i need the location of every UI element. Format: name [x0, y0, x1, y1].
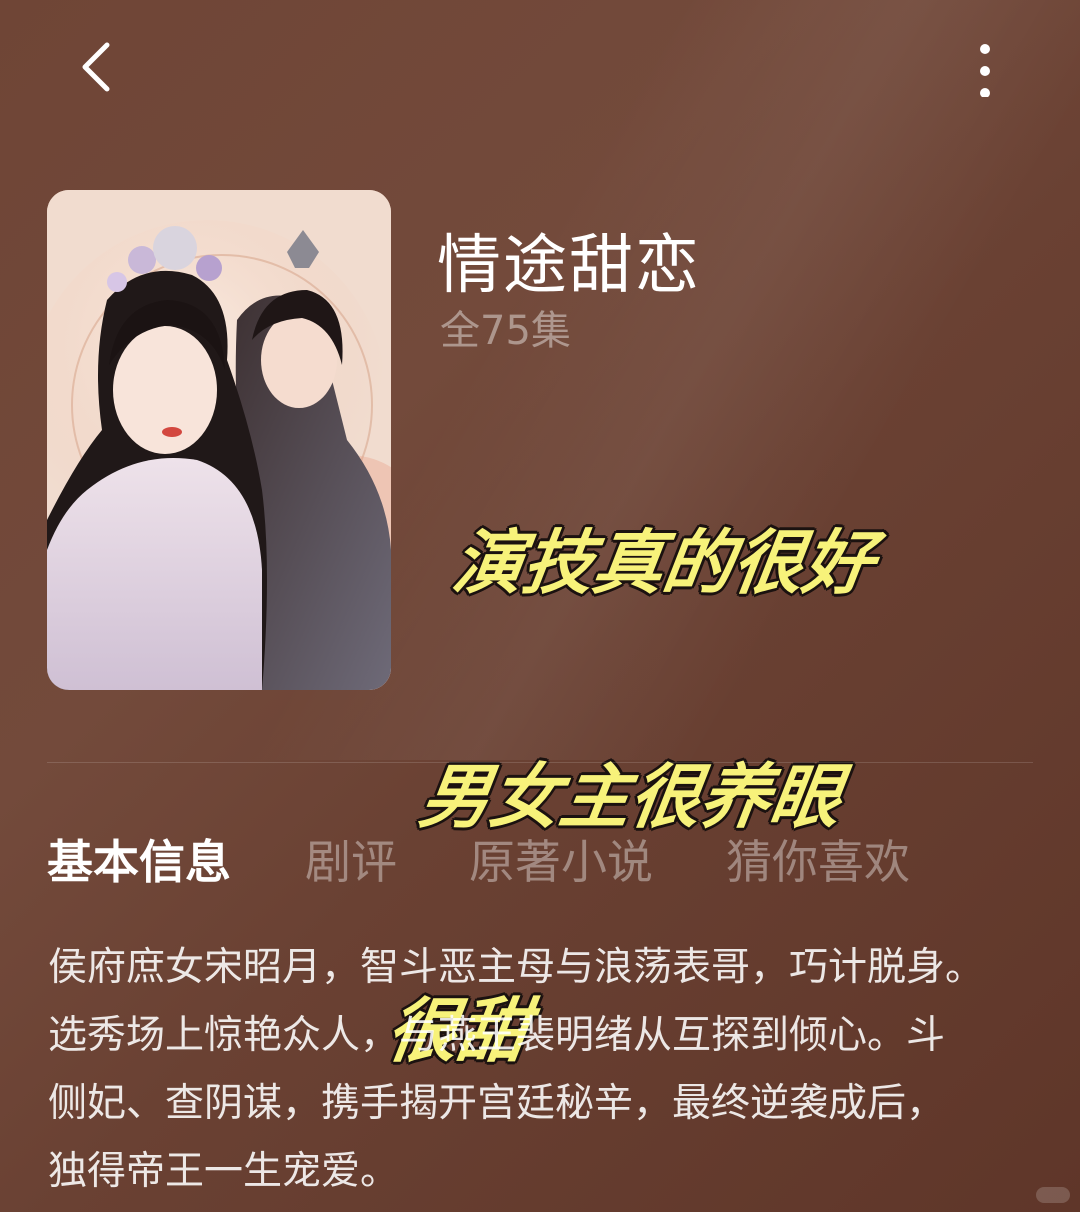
more-vertical-icon — [980, 44, 990, 97]
back-button[interactable] — [62, 32, 132, 102]
synopsis-line: 选秀场上惊艳众人，与燕王裴明绪从互探到倾心。斗 — [48, 1013, 946, 1058]
synopsis-text: 侯府庶女宋昭月，智斗恶主母与浪荡表哥，巧计脱身。 选秀场上惊艳众人，与燕王裴明绪… — [48, 934, 1048, 1206]
sticker-line: 演技真的很好 — [447, 522, 880, 604]
tab-basic-info[interactable]: 基本信息 — [47, 826, 231, 892]
chevron-left-icon — [82, 42, 110, 92]
top-bar — [0, 0, 1080, 130]
section-divider — [47, 762, 1033, 763]
detail-tabs: 基本信息 剧评 原著小说 猜你喜欢 — [47, 826, 1047, 889]
poster-image[interactable] — [47, 190, 391, 690]
tab-recommendations[interactable]: 猜你喜欢 — [726, 826, 910, 892]
synopsis-line: 侯府庶女宋昭月，智斗恶主母与浪荡表哥，巧计脱身。 — [48, 945, 985, 990]
episode-count: 全75集 — [440, 308, 571, 354]
show-title: 情途甜恋 — [437, 229, 701, 303]
more-options-button[interactable] — [955, 32, 1015, 102]
watermark-logo — [1036, 1187, 1070, 1203]
tab-original-novel[interactable]: 原著小说 — [469, 826, 653, 892]
tab-reviews[interactable]: 剧评 — [305, 826, 397, 892]
synopsis-line: 独得帝王一生宠爱。 — [48, 1149, 400, 1194]
synopsis-line: 侧妃、查阴谋，携手揭开宫廷秘辛，最终逆袭成后， — [48, 1081, 946, 1126]
poster-artwork — [47, 190, 391, 690]
sticker-line: 男女主很养眼 — [414, 756, 847, 838]
